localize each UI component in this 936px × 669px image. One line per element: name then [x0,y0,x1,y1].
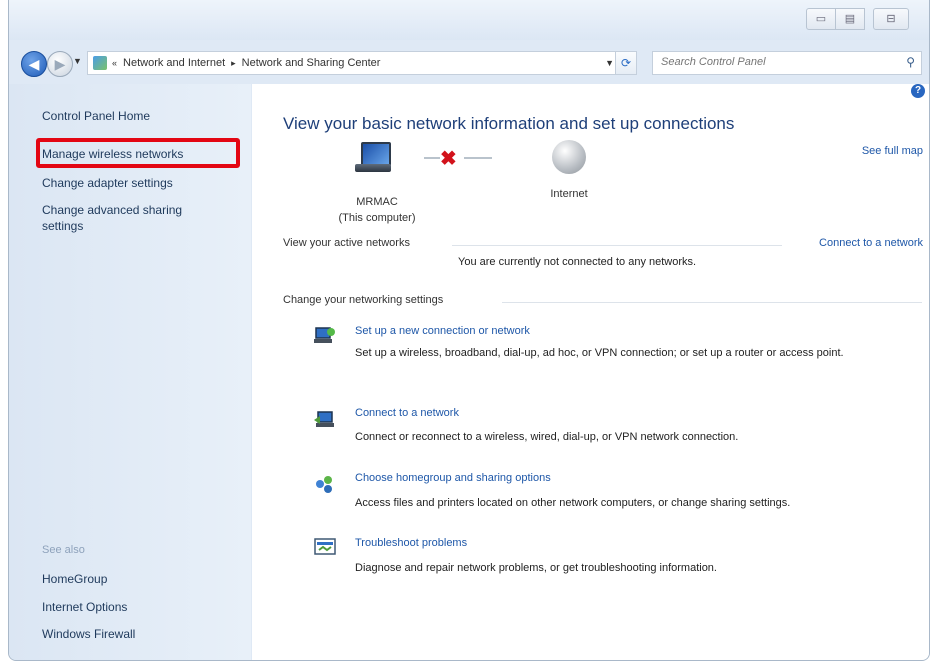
title-bar: ▭ ▤ ⊟ [9,0,929,40]
breadcrumb-network-and-sharing-center[interactable]: Network and Sharing Center [242,57,381,69]
left-pane: Control Panel Home Manage wireless netwo… [9,84,251,660]
control-panel-home-link[interactable]: Control Panel Home [42,109,150,123]
setup-new-connection-link[interactable]: Set up a new connection or network [355,325,530,337]
setup-new-connection-desc: Set up a wireless, broadband, dial-up, a… [355,347,844,359]
computer-label: MRMAC (This computer) [312,194,442,226]
search-input[interactable] [653,52,891,72]
forward-button[interactable]: ▶ [47,51,73,77]
manage-wireless-networks-link[interactable]: Manage wireless networks [42,147,183,161]
window-controls: ▭ ▤ ⊟ [806,8,909,30]
maximize-button[interactable]: ▤ [835,8,865,30]
address-bar[interactable]: « Network and Internet ▸ Network and Sha… [87,51,637,75]
connection-line-right [464,157,492,159]
search-box[interactable]: ⚲ [652,51,922,75]
troubleshoot-desc: Diagnose and repair network problems, or… [355,562,717,574]
back-button[interactable]: ◀ [21,51,47,77]
homegroup-icon[interactable] [314,474,336,494]
homegroup-link[interactable]: HomeGroup [42,572,107,586]
windows-firewall-link[interactable]: Windows Firewall [42,627,135,641]
search-icon[interactable]: ⚲ [906,55,915,69]
internet-options-link[interactable]: Internet Options [42,600,127,614]
refresh-icon[interactable]: ⟳ [615,52,636,74]
change-adapter-settings-link[interactable]: Change adapter settings [42,176,173,190]
homegroup-sharing-link[interactable]: Choose homegroup and sharing options [355,472,551,484]
new-connection-icon[interactable] [314,326,336,346]
address-dropdown-icon[interactable]: ▼ [605,58,614,68]
minimize-button[interactable]: ▭ [806,8,836,30]
change-advanced-sharing-settings-link[interactable]: Change advanced sharing settings [42,202,222,234]
page-title: View your basic network information and … [283,114,735,133]
close-button[interactable]: ⊟ [873,8,909,30]
see-also-heading: See also [42,544,85,556]
disconnected-x-icon[interactable]: ✖ [440,146,457,171]
homegroup-sharing-desc: Access files and printers located on oth… [355,497,791,509]
active-networks-heading: View your active networks [283,237,410,249]
main-content: ? View your basic network information an… [252,84,929,660]
connection-status-text: You are currently not connected to any n… [458,256,697,268]
breadcrumb-overflow[interactable]: « [112,58,117,68]
connect-to-network-task-desc: Connect or reconnect to a wireless, wire… [355,431,739,443]
computer-name: MRMAC [356,196,398,208]
change-settings-heading: Change your networking settings [283,294,444,306]
troubleshoot-link[interactable]: Troubleshoot problems [355,537,467,549]
connect-to-network-task-link[interactable]: Connect to a network [355,407,459,419]
control-panel-window: ▭ ▤ ⊟ ◀ ▶ ▼ « Network and Internet ▸ Net… [8,0,930,661]
breadcrumb-separator-icon[interactable]: ▸ [231,58,236,69]
internet-globe-icon[interactable] [552,140,586,174]
history-dropdown-icon[interactable]: ▼ [73,56,82,66]
see-full-map-link[interactable]: See full map [862,145,923,157]
computer-sublabel: (This computer) [338,212,416,224]
troubleshoot-icon[interactable] [314,537,336,557]
change-settings-divider [502,302,922,303]
breadcrumb-network-and-internet[interactable]: Network and Internet [123,57,225,69]
connect-network-icon[interactable] [314,410,336,430]
help-icon[interactable]: ? [911,84,925,98]
active-networks-divider [452,245,782,246]
navigation-bar: ◀ ▶ ▼ « Network and Internet ▸ Network a… [9,44,929,80]
connection-line-left [424,157,440,159]
connect-to-a-network-link[interactable]: Connect to a network [819,237,923,249]
computer-icon[interactable] [355,142,391,174]
internet-label: Internet [550,188,588,200]
control-panel-icon [93,56,107,70]
